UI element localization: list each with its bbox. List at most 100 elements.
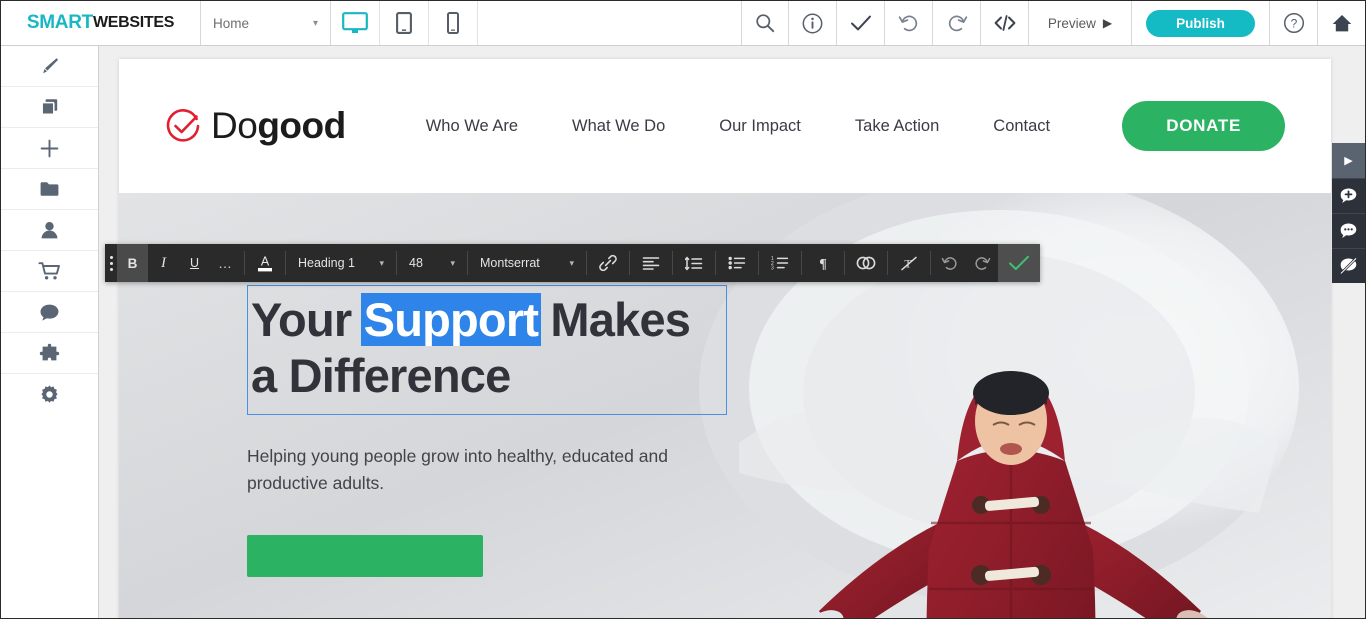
site-logo-text: Dogood [211, 105, 346, 147]
divider [887, 251, 888, 275]
info-button[interactable] [789, 1, 837, 45]
editor-canvas: Dogood Who We Are What We Do Our Impact … [99, 46, 1365, 618]
home-button[interactable] [1318, 1, 1365, 45]
search-icon [756, 14, 775, 33]
svg-text:?: ? [1290, 17, 1297, 31]
headline-selected-text: Support [360, 293, 542, 346]
brush-icon [43, 57, 59, 73]
circle-check-icon [166, 109, 200, 142]
puzzle-icon [39, 343, 60, 360]
preview-button[interactable]: Preview ▶ [1029, 1, 1132, 45]
tablet-view-button[interactable] [380, 1, 429, 45]
sidebar-item-apps[interactable] [1, 333, 98, 374]
divider [629, 251, 630, 275]
save-button[interactable] [837, 1, 885, 45]
numbered-list-button[interactable]: 123 [762, 244, 798, 282]
format-undo-button[interactable] [934, 244, 966, 282]
anchor-button[interactable] [848, 244, 884, 282]
sidebar-item-store[interactable] [1, 251, 98, 292]
sidebar-item-pages[interactable] [1, 87, 98, 128]
font-family-select[interactable]: Montserrat ▾ [471, 244, 583, 282]
hero-content: Your Support Makes a Difference Helping … [247, 285, 737, 582]
font-family-value: Montserrat [480, 256, 540, 270]
chat-icon [40, 304, 59, 321]
nav-item-what-we-do[interactable]: What We Do [572, 117, 665, 136]
sidebar-item-members[interactable] [1, 210, 98, 251]
nav-item-take-action[interactable]: Take Action [855, 117, 939, 136]
nav-item-who-we-are[interactable]: Who We Are [426, 117, 518, 136]
divider [244, 251, 245, 275]
sidebar-item-settings[interactable] [1, 374, 98, 415]
mobile-view-button[interactable] [429, 1, 478, 45]
brand-secondary: WEBSITES [92, 14, 175, 31]
bullet-list-button[interactable] [719, 244, 755, 282]
clear-formatting-button[interactable]: T [891, 244, 927, 282]
app-logo: SMART WEBSITES [1, 1, 201, 45]
page-selector[interactable]: Home ▾ [201, 1, 331, 45]
mobile-icon [447, 12, 459, 34]
text-format-toolbar: B I U … A Heading 1 ▾ 48 ▾ Montserrat ▾ [105, 244, 1040, 282]
right-dock: ▶ [1332, 143, 1365, 283]
add-comment-icon [1340, 188, 1357, 203]
divider [801, 251, 802, 275]
redo-icon [975, 257, 991, 270]
align-button[interactable] [633, 244, 669, 282]
sidebar-item-add-element[interactable] [1, 128, 98, 169]
code-button[interactable] [981, 1, 1029, 45]
publish-button[interactable]: Publish [1146, 9, 1255, 37]
desktop-icon [342, 12, 368, 33]
svg-text:A: A [261, 255, 270, 269]
play-icon: ▶ [1344, 155, 1353, 167]
underline-button[interactable]: U [179, 244, 210, 282]
paragraph-direction-button[interactable]: ¶ [805, 244, 841, 282]
font-size-select[interactable]: 48 ▾ [400, 244, 464, 282]
website-page: Dogood Who We Are What We Do Our Impact … [119, 59, 1331, 618]
hero-cta-button[interactable] [247, 535, 483, 578]
tablet-icon [396, 12, 412, 34]
comments-button[interactable] [1332, 213, 1365, 248]
paragraph-icon: ¶ [819, 257, 827, 272]
divider [758, 251, 759, 275]
headline-edit-box[interactable]: Your Support Makes a Difference [247, 285, 727, 415]
bullet-list-icon [728, 256, 746, 270]
numbered-list-icon: 123 [771, 256, 789, 270]
search-button[interactable] [742, 1, 789, 45]
divider [467, 251, 468, 275]
hero-headline[interactable]: Your Support Makes a Difference [251, 292, 720, 404]
help-button[interactable]: ? [1270, 1, 1318, 45]
donate-button[interactable]: DONATE [1122, 101, 1285, 151]
logo-text-bold: good [257, 105, 346, 146]
format-confirm-button[interactable] [998, 244, 1040, 282]
layers-icon [40, 99, 57, 115]
hero-subheading[interactable]: Helping young people grow into healthy, … [247, 443, 717, 497]
redo-button[interactable] [933, 1, 981, 45]
undo-icon [941, 257, 957, 270]
nav-item-our-impact[interactable]: Our Impact [719, 117, 801, 136]
chevron-down-icon: ▾ [569, 257, 574, 268]
undo-icon [898, 15, 917, 32]
chevron-down-icon: ▾ [379, 257, 384, 268]
format-redo-button[interactable] [966, 244, 998, 282]
line-height-button[interactable] [676, 244, 712, 282]
anchor-icon [856, 256, 876, 270]
undo-button[interactable] [885, 1, 933, 45]
dock-toggle-button[interactable]: ▶ [1332, 143, 1365, 178]
redo-icon [948, 15, 967, 32]
add-comment-button[interactable] [1332, 178, 1365, 213]
align-left-icon [642, 256, 660, 270]
site-logo[interactable]: Dogood [165, 105, 346, 147]
nav-item-contact[interactable]: Contact [993, 117, 1050, 136]
toolbar-drag-handle[interactable] [105, 244, 117, 282]
sidebar-item-files[interactable] [1, 169, 98, 210]
paragraph-style-select[interactable]: Heading 1 ▾ [289, 244, 393, 282]
sidebar-item-comments[interactable] [1, 292, 98, 333]
divider [285, 251, 286, 275]
link-button[interactable] [590, 244, 626, 282]
sidebar-item-design[interactable] [1, 46, 98, 87]
text-color-button[interactable]: A [248, 244, 282, 282]
more-options-button[interactable]: … [210, 244, 241, 282]
bold-button[interactable]: B [117, 244, 148, 282]
hide-comments-button[interactable] [1332, 248, 1365, 283]
desktop-view-button[interactable] [331, 1, 380, 45]
italic-button[interactable]: I [148, 244, 179, 282]
